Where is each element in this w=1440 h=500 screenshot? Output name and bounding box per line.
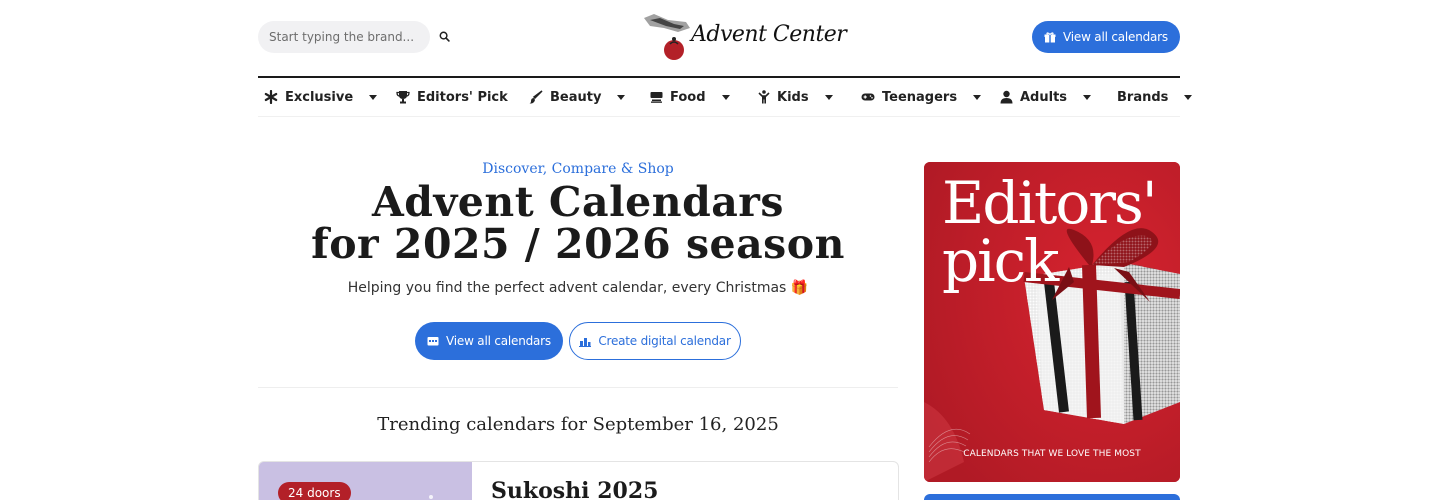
page-title: Advent Calendars for 2025 / 2026 season: [258, 180, 898, 266]
nav-bottom-border: [258, 116, 1180, 117]
banner-headline-line-1: Editors': [942, 169, 1158, 237]
nav-item-kids[interactable]: Kids: [758, 78, 833, 116]
calendar-folder-icon: [427, 337, 439, 346]
search-box[interactable]: [258, 21, 430, 53]
nav-item-brands[interactable]: Brands: [1117, 78, 1193, 116]
nav-label: Brands: [1117, 89, 1169, 105]
calendar-card-title[interactable]: Sukoshi 2025: [491, 478, 658, 500]
create-digital-calendar-button[interactable]: Create digital calendar: [569, 322, 741, 360]
view-all-calendars-label: View all calendars: [1063, 30, 1168, 44]
hero-view-all-calendars-button[interactable]: View all calendars: [415, 322, 563, 360]
page-title-line-1: Advent Calendars: [372, 178, 784, 226]
banner-headline-line-2: pick: [942, 227, 1059, 295]
nav-item-teenagers[interactable]: Teenagers: [861, 78, 982, 116]
view-all-calendars-button[interactable]: View all calendars: [1032, 21, 1180, 53]
hero-eyebrow: Discover, Compare & Shop: [482, 161, 674, 177]
asterisk-icon: [264, 90, 278, 104]
banner-headline: Editors' pick: [942, 169, 1158, 295]
nav-label: Editors' Pick: [417, 89, 508, 105]
chevron-down-icon: [824, 94, 833, 100]
nav-label: Exclusive: [285, 89, 354, 105]
nav-item-exclusive[interactable]: Exclusive: [264, 78, 378, 116]
chevron-down-icon: [369, 94, 378, 100]
hero-view-all-label: View all calendars: [446, 334, 551, 348]
page-title-line-2: for 2025 / 2026 season: [311, 220, 845, 268]
secondary-banner[interactable]: [924, 494, 1180, 500]
create-digital-calendar-label: Create digital calendar: [598, 334, 731, 348]
logo-text: Advent Center: [691, 22, 847, 47]
trending-heading: Trending calendars for September 16, 202…: [377, 414, 779, 435]
nav-item-beauty[interactable]: Beauty: [529, 78, 626, 116]
gift-icon: [1044, 31, 1056, 42]
trophy-icon: [396, 91, 410, 104]
nav-label: Teenagers: [882, 89, 958, 105]
nav-label: Food: [670, 89, 706, 105]
main-nav: Exclusive Editors' Pick Beauty Food Kids…: [258, 78, 1193, 116]
doors-badge: 24 doors: [278, 482, 351, 500]
chevron-down-icon: [721, 94, 730, 100]
section-divider: [258, 387, 898, 388]
magic-wand-icon: [579, 338, 592, 347]
chevron-down-icon: [1083, 94, 1092, 100]
editors-pick-banner[interactable]: Editors' pick CALENDARS THAT WE LOVE THE…: [924, 162, 1180, 482]
calendar-card-image[interactable]: 24 doors: [259, 462, 472, 500]
user-icon: [1000, 90, 1013, 104]
banner-tagline: CALENDARS THAT WE LOVE THE MOST: [963, 449, 1141, 459]
chevron-down-icon: [1184, 94, 1193, 100]
nav-item-adults[interactable]: Adults: [1000, 78, 1092, 116]
search-icon[interactable]: [437, 29, 451, 43]
chevron-down-icon: [973, 94, 982, 100]
site-logo[interactable]: Advent Center: [640, 10, 847, 66]
food-icon: [650, 92, 663, 103]
search-input[interactable]: [269, 30, 419, 44]
hero-subtitle: Helping you find the perfect advent cale…: [347, 280, 809, 296]
chevron-down-icon: [617, 94, 626, 100]
brush-icon: [529, 90, 543, 104]
nav-label: Beauty: [550, 89, 602, 105]
nav-item-editors-pick[interactable]: Editors' Pick: [396, 78, 508, 116]
nav-item-food[interactable]: Food: [650, 78, 730, 116]
nav-label: Kids: [777, 89, 809, 105]
nav-label: Adults: [1020, 89, 1068, 105]
gamepad-icon: [861, 93, 875, 101]
calendar-card[interactable]: 24 doors Sukoshi 2025: [258, 461, 899, 500]
child-icon: [758, 90, 770, 104]
